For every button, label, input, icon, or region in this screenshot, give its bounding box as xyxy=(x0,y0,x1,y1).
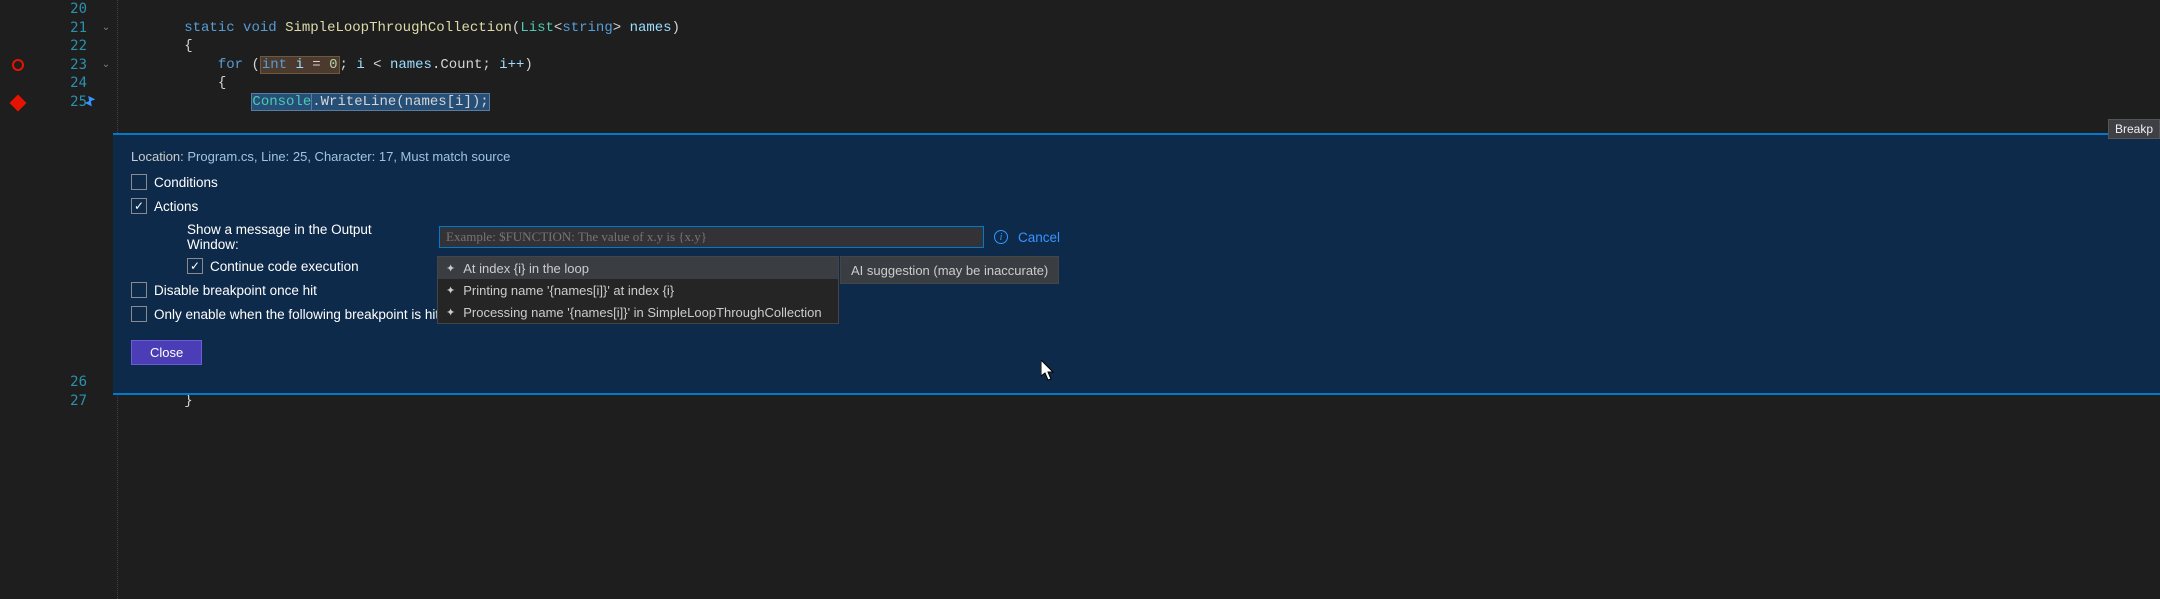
suggestion-item[interactable]: ✦ Printing name '{names[i]}' at index {i… xyxy=(438,279,838,301)
breakpoint-tooltip: Breakp xyxy=(2108,119,2160,139)
conditions-label: Conditions xyxy=(154,175,218,190)
close-button[interactable]: Close xyxy=(131,340,202,365)
only-enable-checkbox-row[interactable]: Only enable when the following breakpoin… xyxy=(131,306,2142,322)
line-number: 24 xyxy=(45,74,87,93)
checkbox-unchecked-icon[interactable] xyxy=(131,282,147,298)
breakpoint-settings-panel: Location: Program.cs, Line: 25, Characte… xyxy=(113,133,2160,395)
line-number: 26 xyxy=(45,373,87,392)
checkbox-checked-icon[interactable] xyxy=(187,258,203,274)
line-number: 22 xyxy=(45,37,87,56)
suggestion-item[interactable]: ✦ Processing name '{names[i]}' in Simple… xyxy=(438,301,838,323)
continue-execution-label: Continue code execution xyxy=(210,259,359,274)
actions-checkbox-row[interactable]: Actions xyxy=(131,198,2142,214)
line-number: 25 xyxy=(45,93,87,112)
chevron-down-icon[interactable]: ⌄ xyxy=(95,56,117,75)
cancel-link[interactable]: Cancel xyxy=(1018,230,1060,245)
only-enable-label: Only enable when the following breakpoin… xyxy=(154,307,443,322)
disable-once-hit-checkbox-row[interactable]: Disable breakpoint once hit xyxy=(131,282,2142,298)
suggestion-item[interactable]: ✦ At index {i} in the loop xyxy=(438,257,838,279)
ai-suggestion-hint: AI suggestion (may be inaccurate) xyxy=(840,256,1059,284)
line-number: 20 xyxy=(45,0,87,19)
line-number: 21 xyxy=(45,19,87,38)
line-number-gutter: 20 21 22 23 24 25 26 27 xyxy=(45,0,95,599)
info-icon[interactable]: i xyxy=(994,230,1008,244)
output-message-label: Show a message in the Output Window: xyxy=(187,222,425,252)
sparkle-icon: ✦ xyxy=(446,284,455,297)
sparkle-icon: ✦ xyxy=(446,262,455,275)
actions-label: Actions xyxy=(154,199,198,214)
checkbox-unchecked-icon[interactable] xyxy=(131,174,147,190)
breakpoint-filled-icon[interactable] xyxy=(10,95,27,112)
checkbox-checked-icon[interactable] xyxy=(131,198,147,214)
line-number: 23 xyxy=(45,56,87,75)
breakpoint-hollow-icon[interactable] xyxy=(12,59,24,71)
chevron-down-icon[interactable]: ⌄ xyxy=(95,19,117,38)
conditions-checkbox-row[interactable]: Conditions xyxy=(131,174,2142,190)
suggestion-dropdown[interactable]: ✦ At index {i} in the loop ✦ Printing na… xyxy=(437,256,839,324)
output-message-input[interactable] xyxy=(439,226,984,248)
breakpoint-margin[interactable] xyxy=(0,0,45,599)
lightbulb-icon[interactable] xyxy=(83,95,97,113)
checkbox-unchecked-icon[interactable] xyxy=(131,306,147,322)
disable-once-hit-label: Disable breakpoint once hit xyxy=(154,283,317,298)
line-number: 27 xyxy=(45,392,87,411)
sparkle-icon: ✦ xyxy=(446,306,455,319)
breakpoint-location: Location: Program.cs, Line: 25, Characte… xyxy=(131,149,2142,164)
